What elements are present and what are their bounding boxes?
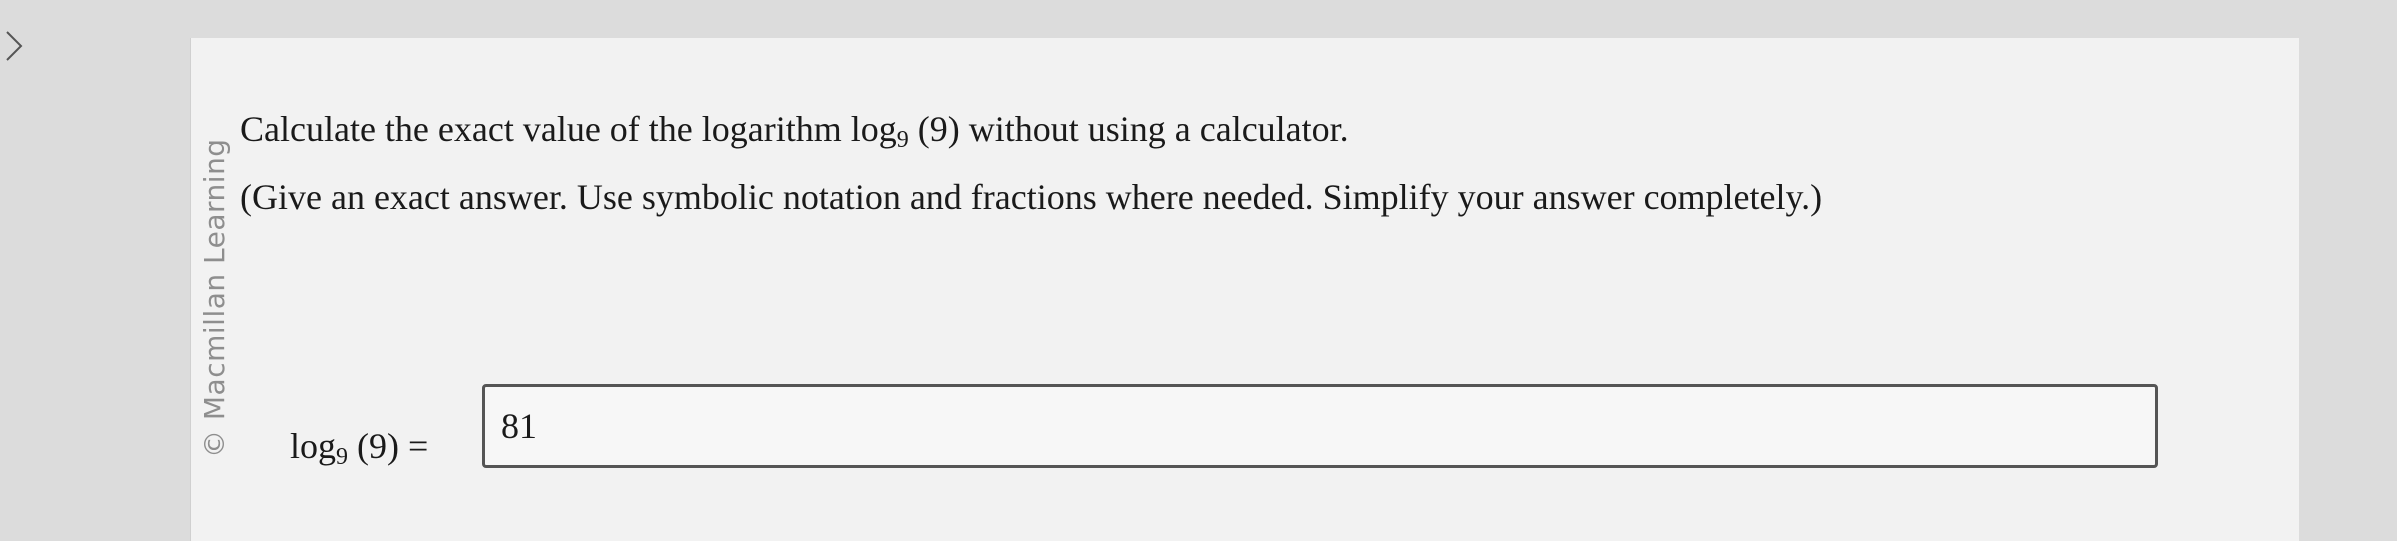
answer-label-log: log: [290, 426, 337, 466]
answer-input[interactable]: [482, 384, 2158, 468]
question-suffix: without using a calculator.: [959, 109, 1349, 149]
answer-label: log9 (9) =: [290, 425, 428, 471]
instruction-text: (Give an exact answer. Use symbolic nota…: [240, 177, 1823, 217]
question-prefix: Calculate the exact value of the logarit…: [240, 109, 897, 149]
question-text: Calculate the exact value of the logarit…: [240, 108, 1349, 154]
chevron-right-icon[interactable]: [4, 28, 26, 64]
question-log-base: 9: [896, 127, 909, 153]
copyright-watermark: © Macmillan Learning: [198, 138, 231, 458]
answer-label-rest: (9) =: [348, 426, 429, 466]
question-argument: (9): [908, 109, 960, 149]
answer-label-base: 9: [336, 444, 349, 470]
